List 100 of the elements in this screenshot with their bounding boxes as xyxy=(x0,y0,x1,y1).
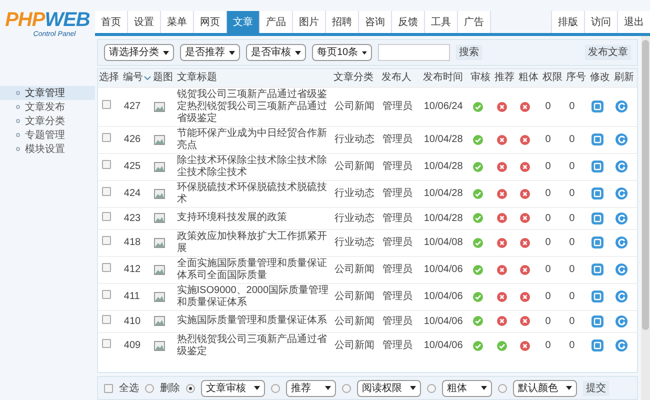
nav-tab[interactable]: 排版 xyxy=(551,11,584,33)
nav-tab[interactable]: 图片 xyxy=(293,11,326,33)
edit-icon[interactable] xyxy=(591,236,604,249)
dropdown[interactable]: 默认颜色 xyxy=(513,380,577,396)
nav-tab[interactable]: 退出 xyxy=(617,11,650,33)
column-header[interactable]: 审核 xyxy=(470,70,491,86)
column-header[interactable]: 权限 xyxy=(542,70,562,86)
column-header[interactable]: 修改 xyxy=(590,70,610,86)
article-title[interactable]: 热烈锐贺我公司三项新产品通过省级鉴定 xyxy=(176,334,332,358)
radio-button[interactable] xyxy=(342,384,351,392)
article-title[interactable]: 全面实施国际质量管理和质量保证体系司全面国际质量 xyxy=(176,258,332,282)
sidebar-item[interactable]: 文章管理 xyxy=(0,86,95,100)
dropdown[interactable]: 请选择分类 xyxy=(104,44,174,61)
nav-tab[interactable]: 广告 xyxy=(458,11,491,33)
publish-button[interactable]: 发布文章 xyxy=(585,45,631,60)
refresh-icon[interactable] xyxy=(614,100,628,113)
table-cell: 公司新闻 xyxy=(334,340,374,351)
nav-tab[interactable]: 文章 xyxy=(227,11,260,33)
edit-icon[interactable] xyxy=(591,187,604,200)
refresh-icon[interactable] xyxy=(614,290,628,303)
column-header[interactable]: 序号 xyxy=(566,70,586,86)
article-title[interactable]: 实施国际质量管理和质量保证体系 xyxy=(176,315,332,327)
table-cell: 10/04/06 xyxy=(424,316,463,326)
nav-tab[interactable]: 产品 xyxy=(260,11,293,33)
edit-icon[interactable] xyxy=(591,290,604,303)
column-header[interactable]: 选择 xyxy=(99,70,119,86)
checkbox[interactable] xyxy=(102,314,111,324)
column-header[interactable]: 粗体 xyxy=(518,70,538,86)
nav-tab[interactable]: 设置 xyxy=(128,11,161,33)
checkbox[interactable] xyxy=(102,290,111,299)
nav-tab[interactable]: 招聘 xyxy=(326,11,359,33)
checkbox[interactable] xyxy=(102,100,111,109)
refresh-icon[interactable] xyxy=(614,263,628,276)
checkbox[interactable] xyxy=(104,384,113,392)
sidebar-item[interactable]: 文章发布 xyxy=(0,100,95,114)
checkbox[interactable] xyxy=(102,212,111,220)
article-title[interactable]: 节能环保产业成为中日经贸合作新亮点 xyxy=(176,128,332,152)
checkbox[interactable] xyxy=(102,236,111,245)
dropdown[interactable]: 粗体 xyxy=(442,380,492,396)
dropdown[interactable]: 文章审核 xyxy=(201,380,265,396)
edit-icon[interactable] xyxy=(591,314,604,328)
search-field[interactable] xyxy=(378,44,450,61)
article-title[interactable]: 政策效应加快释放扩大工作抓紧开展 xyxy=(176,230,332,254)
refresh-icon[interactable] xyxy=(614,212,628,224)
refresh-icon[interactable] xyxy=(614,133,628,146)
edit-icon[interactable] xyxy=(591,339,604,352)
edit-icon[interactable] xyxy=(591,133,604,146)
edit-icon[interactable] xyxy=(591,100,604,113)
sidebar-item[interactable]: 模块设置 xyxy=(0,142,95,156)
article-title[interactable]: 除尘技术环保除尘技术除尘技术除尘技术除尘技术 xyxy=(176,154,332,178)
nav-tab[interactable]: 反馈 xyxy=(392,11,425,33)
nav-tab[interactable]: 首页 xyxy=(95,11,128,33)
dropdown[interactable]: 每页10条 xyxy=(312,44,372,61)
edit-icon[interactable] xyxy=(591,212,604,224)
refresh-icon[interactable] xyxy=(614,314,628,328)
column-header[interactable]: 发布人 xyxy=(381,70,412,86)
dropdown[interactable]: 推荐 xyxy=(286,380,336,396)
column-header[interactable]: 文章标题 xyxy=(176,70,217,86)
article-title[interactable]: 锐贺我公司三项新产品通过省级鉴定热烈锐贺我公司三项新产品通过省级鉴定 xyxy=(176,88,332,124)
radio-button[interactable] xyxy=(498,384,507,392)
column-header[interactable]: 编号 xyxy=(122,70,143,86)
search-button[interactable]: 搜索 xyxy=(456,45,482,60)
checkbox[interactable] xyxy=(102,263,111,272)
nav-tab[interactable]: 工具 xyxy=(425,11,458,33)
column-header[interactable]: 推荐 xyxy=(494,70,514,86)
table-cell: 管理员 xyxy=(382,291,412,302)
dropdown[interactable]: 是否审核 xyxy=(246,44,306,61)
checkbox[interactable] xyxy=(102,160,111,169)
sidebar-item[interactable]: 专题管理 xyxy=(0,128,95,142)
column-header[interactable]: 题图 xyxy=(152,70,173,86)
column-header[interactable]: 刷新 xyxy=(614,70,634,86)
dropdown[interactable]: 是否推荐 xyxy=(180,44,240,61)
radio-button[interactable] xyxy=(186,384,195,392)
refresh-icon[interactable] xyxy=(614,187,628,200)
article-title[interactable]: 环保脱硫技术环保脱硫技术脱硫技术 xyxy=(176,182,332,206)
sidebar-item[interactable]: 文章分类 xyxy=(0,114,95,128)
radio-button[interactable] xyxy=(427,384,436,392)
nav-tab[interactable]: 菜单 xyxy=(161,11,194,33)
submit-button[interactable]: 提交 xyxy=(583,380,609,396)
checkbox[interactable] xyxy=(102,187,111,196)
edit-icon[interactable] xyxy=(591,160,604,173)
table-cell: 管理员 xyxy=(382,101,412,112)
radio-button[interactable] xyxy=(271,384,280,392)
table-cell: 管理员 xyxy=(382,212,412,224)
column-header[interactable]: 发布时间 xyxy=(422,70,463,86)
refresh-icon[interactable] xyxy=(614,236,628,249)
refresh-icon[interactable] xyxy=(614,339,628,352)
dropdown[interactable]: 阅读权限 xyxy=(357,380,421,396)
checkbox[interactable] xyxy=(102,133,111,142)
refresh-icon[interactable] xyxy=(614,160,628,173)
checkbox[interactable] xyxy=(102,339,111,348)
nav-tab[interactable]: 网页 xyxy=(194,11,227,33)
nav-tab[interactable]: 咨询 xyxy=(359,11,392,33)
nav-tab[interactable]: 访问 xyxy=(584,11,617,33)
scrollbar[interactable] xyxy=(641,36,650,400)
radio-button[interactable] xyxy=(145,384,154,392)
edit-icon[interactable] xyxy=(591,263,604,276)
article-title[interactable]: 支持环境科技发展的政策 xyxy=(176,212,332,224)
article-title[interactable]: 实施ISO9000、2000国际质量管理和质量保证体系 xyxy=(176,284,332,308)
column-header[interactable]: 文章分类 xyxy=(333,70,374,86)
